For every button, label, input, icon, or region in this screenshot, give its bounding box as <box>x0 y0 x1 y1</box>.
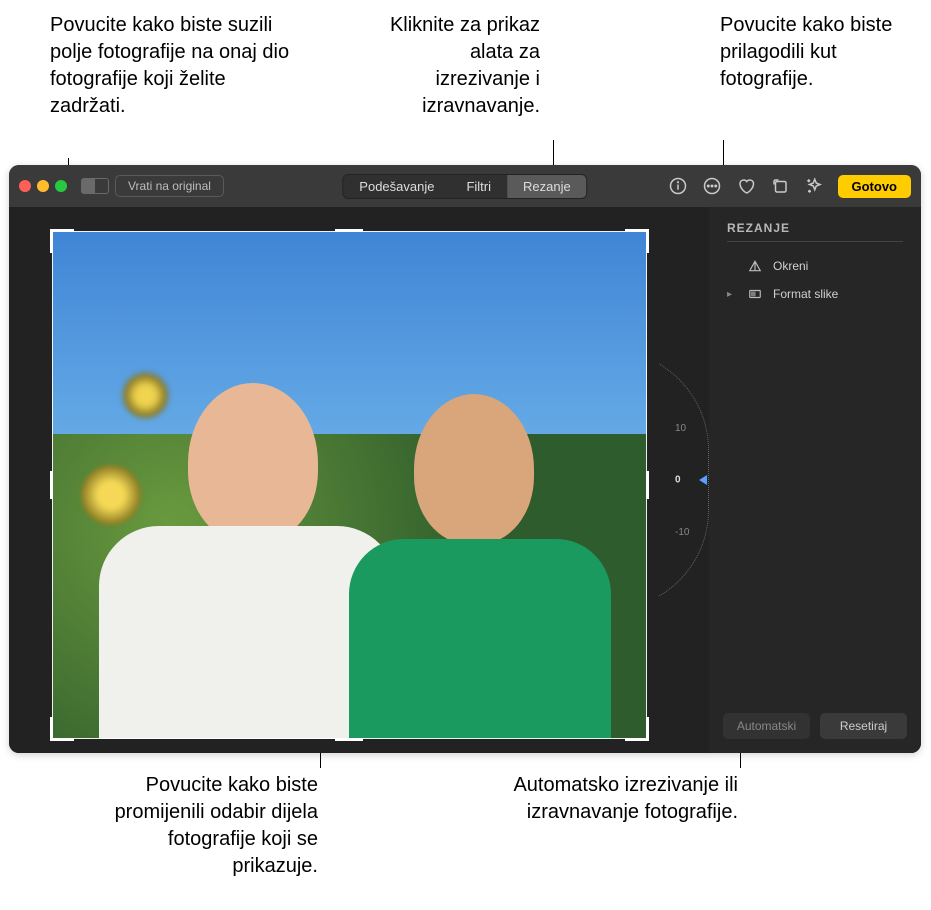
callout-angle: Povucite kako biste prilagodili kut foto… <box>720 12 900 93</box>
callout-crop-tool: Kliknite za prikaz alata za izrezivanje … <box>380 12 540 120</box>
straighten-dial[interactable]: 10 0 -10 <box>649 350 701 610</box>
flip-label: Okreni <box>773 259 808 273</box>
toolbar-right-tools: Gotovo <box>668 175 912 198</box>
dial-pointer-icon <box>699 475 707 485</box>
callout-auto-crop: Automatsko izrezivanje ili izravnavanje … <box>458 772 738 826</box>
photo-crop-region[interactable] <box>52 231 647 739</box>
callout-move-photo: Povucite kako biste promijenili odabir d… <box>88 772 318 880</box>
aspect-row[interactable]: ▸ Format slike <box>727 280 903 308</box>
dial-tick-zero: 0 <box>675 475 681 486</box>
crop-actions: Automatski Resetiraj <box>723 713 907 739</box>
aspect-label: Format slike <box>773 287 838 301</box>
done-button[interactable]: Gotovo <box>838 175 912 198</box>
chevron-right-icon: ▸ <box>727 289 737 300</box>
info-icon[interactable] <box>668 176 688 196</box>
dial-tick-minus-10: -10 <box>675 527 689 538</box>
enhance-icon[interactable] <box>804 176 824 196</box>
tab-filters[interactable]: Filtri <box>450 175 507 198</box>
window-close-button[interactable] <box>19 180 31 192</box>
revert-to-original-button[interactable]: Vrati na original <box>115 175 224 197</box>
flip-icon <box>747 258 763 274</box>
window-minimize-button[interactable] <box>37 180 49 192</box>
workspace: 10 0 -10 REZANJE Okreni ▸ Format slike A… <box>9 207 921 753</box>
crop-side-panel: REZANJE Okreni ▸ Format slike Automatski… <box>709 207 921 753</box>
canvas-area: 10 0 -10 <box>9 207 709 753</box>
window-zoom-button[interactable] <box>55 180 67 192</box>
auto-crop-button[interactable]: Automatski <box>723 713 810 739</box>
aspect-icon <box>747 286 763 302</box>
photos-edit-window: Vrati na original Podešavanje Filtri Rez… <box>9 165 921 753</box>
edit-mode-tabs: Podešavanje Filtri Rezanje <box>342 174 587 199</box>
flip-row[interactable]: Okreni <box>727 252 903 280</box>
view-toggle[interactable] <box>81 178 109 194</box>
callout-crop-handles: Povucite kako biste suzili polje fotogra… <box>50 12 300 120</box>
window-titlebar: Vrati na original Podešavanje Filtri Rez… <box>9 165 921 207</box>
rotate-icon[interactable] <box>770 176 790 196</box>
more-icon[interactable] <box>702 176 722 196</box>
photo-preview[interactable] <box>52 231 647 739</box>
tab-crop[interactable]: Rezanje <box>507 175 587 198</box>
dial-tick-plus-10: 10 <box>675 423 686 434</box>
favorite-icon[interactable] <box>736 176 756 196</box>
reset-crop-button[interactable]: Resetiraj <box>820 713 907 739</box>
panel-title: REZANJE <box>727 221 903 242</box>
tab-adjust[interactable]: Podešavanje <box>343 175 450 198</box>
